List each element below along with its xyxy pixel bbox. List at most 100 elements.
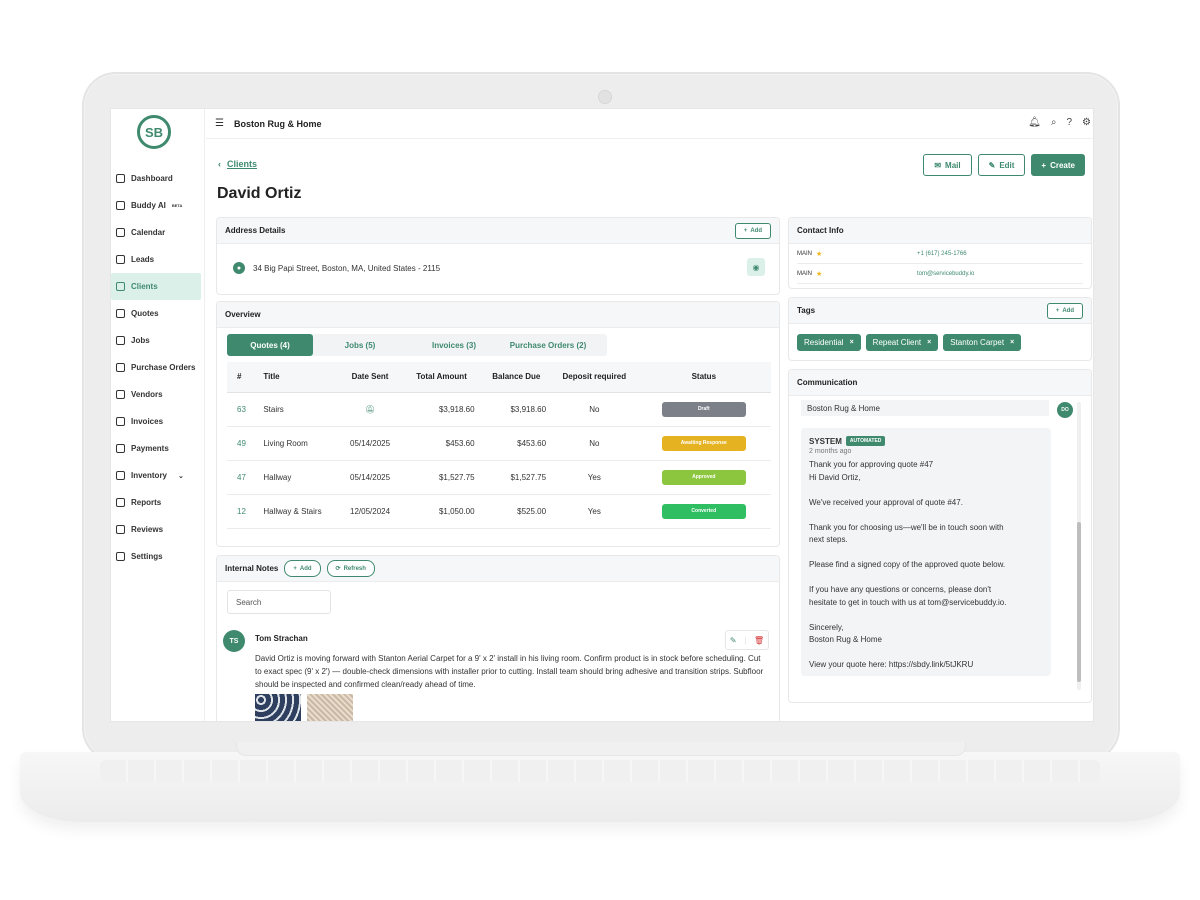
create-button[interactable]: + Create <box>1031 154 1085 176</box>
chevron-down-icon[interactable]: ⌄ <box>178 472 184 480</box>
close-icon[interactable]: × <box>927 339 931 346</box>
table-row[interactable]: 49 Living Room 05/14/2025 $453.60 $453.60 No A… <box>227 426 771 461</box>
sidebar-item-label: Settings <box>131 552 163 561</box>
sidebar-item-reports[interactable]: Reports <box>111 489 205 516</box>
quote-icon <box>116 309 125 318</box>
sidebar-item-calendar[interactable]: Calendar <box>111 219 205 246</box>
contact-label: MAIN ★ <box>797 270 917 278</box>
leads-icon <box>116 255 125 264</box>
view-address-button[interactable]: ◉ <box>747 258 765 276</box>
status-cell: Converted <box>636 494 771 529</box>
sidebar-item-vendors[interactable]: Vendors <box>111 381 205 408</box>
sidebar-item-quotes[interactable]: Quotes <box>111 300 205 327</box>
chevron-left-icon: ‹ <box>218 159 221 169</box>
overview-card: Overview Quotes (4) Jobs (5) Invoices (3) P… <box>216 301 780 547</box>
add-address-button[interactable]: + Add <box>734 223 771 239</box>
tab-invoices[interactable]: Invoices (3) <box>407 334 501 356</box>
add-tag-button[interactable]: + Add <box>1046 303 1083 319</box>
edit-note-icon[interactable]: ✎ <box>730 636 737 645</box>
contact-rows: MAIN ★ +1 (617) 245-1766 MAIN ★ tom@servicebu… <box>789 244 1091 284</box>
dashboard-icon <box>116 174 125 183</box>
tab-quotes[interactable]: Quotes (4) <box>227 334 313 356</box>
help-icon[interactable]: ? <box>1066 117 1072 128</box>
contact-type: MAIN <box>797 250 812 257</box>
tab-purchase[interactable]: Purchase Orders (2) <box>501 334 595 356</box>
quote-number: 12 <box>227 494 258 529</box>
sidebar-item-invoices[interactable]: Invoices <box>111 408 205 435</box>
sidebar-item-label: Invoices <box>131 417 164 426</box>
sender-name: SYSTEM <box>809 436 842 446</box>
sidebar-item-leads[interactable]: Leads <box>111 246 205 273</box>
inventory-icon <box>116 471 125 480</box>
sidebar-item-label: Leads <box>131 255 155 264</box>
table-row[interactable]: 63 Stairs 🔕︎ $3,918.60 $3,918.60 No Draft <box>227 392 771 427</box>
message-line: If you have any questions or concerns, p… <box>809 585 992 594</box>
tag-chip[interactable]: Repeat Client × <box>865 334 939 351</box>
sidebar-item-inventory[interactable]: Inventory ⌄ <box>111 462 205 489</box>
status-cell: Approved <box>636 460 771 495</box>
note-image-thumbnail[interactable] <box>255 694 301 721</box>
edit-button[interactable]: ✎ Edit <box>977 154 1026 176</box>
sidebar-item-settings[interactable]: Settings <box>111 543 205 570</box>
top-bar: ☰ Boston Rug & Home 🔔︎ ⌕ ? ⚙ <box>206 109 1093 139</box>
refresh-button[interactable]: ⟳ Refresh <box>326 560 375 577</box>
message-thread: Boston Rug & Home SYSTEM AUTOMATED 2 mon… <box>797 400 1073 688</box>
sidebar-item-buddy-ai[interactable]: Buddy AI BETA <box>111 192 205 219</box>
sidebar-item-payments[interactable]: Payments <box>111 435 205 462</box>
purchase-order-icon <box>116 363 125 372</box>
logo[interactable]: SB <box>137 115 171 149</box>
sidebar-item-clients[interactable]: Clients <box>111 273 201 300</box>
overview-tabs: Quotes (4) Jobs (5) Invoices (3) Purchase O… <box>227 334 607 356</box>
notes-search-input[interactable]: Search <box>227 590 331 614</box>
close-icon[interactable]: × <box>1010 339 1014 346</box>
add-address-label: Add <box>750 228 762 234</box>
note-image-thumbnail[interactable] <box>307 694 353 721</box>
note-author: Tom Strachan <box>255 634 308 643</box>
table-row[interactable]: 12 Hallway & Stairs 12/05/2024 $1,050.00 $52… <box>227 494 771 529</box>
address-card-header: Address Details + Add <box>217 218 779 244</box>
trash-icon[interactable]: 🗑︎ <box>754 636 764 645</box>
back-link[interactable]: ‹ Clients <box>218 159 257 169</box>
quote-title: Living Room <box>257 426 338 461</box>
menu-icon[interactable]: ☰ <box>215 118 224 129</box>
create-button-label: Create <box>1050 160 1075 170</box>
contact-value[interactable]: tom@servicebuddy.io <box>917 271 974 277</box>
total-amount: $453.60 <box>402 426 481 461</box>
internal-notes-card: Internal Notes + Add ⟳ Refresh Search TS… <box>216 555 780 721</box>
tab-jobs[interactable]: Jobs (5) <box>313 334 407 356</box>
column-header: Total Amount <box>402 362 481 393</box>
tag-chip[interactable]: Stanton Carpet × <box>943 334 1022 351</box>
robot-icon <box>116 201 125 210</box>
total-amount: $3,918.60 <box>402 392 481 427</box>
sidebar-item-label: Vendors <box>131 390 163 399</box>
scrollbar[interactable] <box>1077 402 1081 690</box>
search-icon[interactable]: ⌕ <box>1051 117 1057 128</box>
top-icons: 🔔︎ ⌕ ? ⚙ <box>1028 117 1091 128</box>
sidebar-item-purchase-orders[interactable]: Purchase Orders <box>111 354 205 381</box>
sidebar-item-reviews[interactable]: Reviews <box>111 516 205 543</box>
sidebar-item-jobs[interactable]: Jobs <box>111 327 205 354</box>
scrollbar-thumb[interactable] <box>1077 522 1081 682</box>
status-cell: Draft <box>636 392 771 427</box>
contact-row: MAIN ★ +1 (617) 245-1766 <box>797 244 1083 264</box>
add-note-label: Add <box>299 565 312 572</box>
quote-title: Hallway & Stairs <box>257 494 338 529</box>
mail-button[interactable]: ✉ Mail <box>923 154 972 176</box>
map-pin-icon: ● <box>233 262 245 274</box>
plus-icon: + <box>743 228 748 234</box>
note-item: TS Tom Strachan ✎ | 🗑︎ David Ortiz is mo… <box>217 622 779 721</box>
overview-card-header: Overview <box>217 302 779 328</box>
gear-icon[interactable]: ⚙ <box>1082 117 1091 128</box>
search-placeholder: Search <box>236 597 262 607</box>
status-badge: Converted <box>661 503 746 519</box>
deposit-required: No <box>552 426 637 461</box>
automated-badge: AUTOMATED <box>845 436 886 446</box>
bell-icon[interactable]: 🔔︎ <box>1028 117 1041 128</box>
contact-value[interactable]: +1 (617) 245-1766 <box>917 251 967 257</box>
close-icon[interactable]: × <box>850 339 854 346</box>
table-row[interactable]: 47 Hallway 05/14/2025 $1,527.75 $1,527.75 Yes… <box>227 460 771 495</box>
add-note-button[interactable]: + Add <box>284 560 321 577</box>
sidebar-item-dashboard[interactable]: Dashboard <box>111 165 205 192</box>
company-name: Boston Rug & Home <box>233 118 322 129</box>
tag-chip[interactable]: Residential × <box>797 334 861 351</box>
